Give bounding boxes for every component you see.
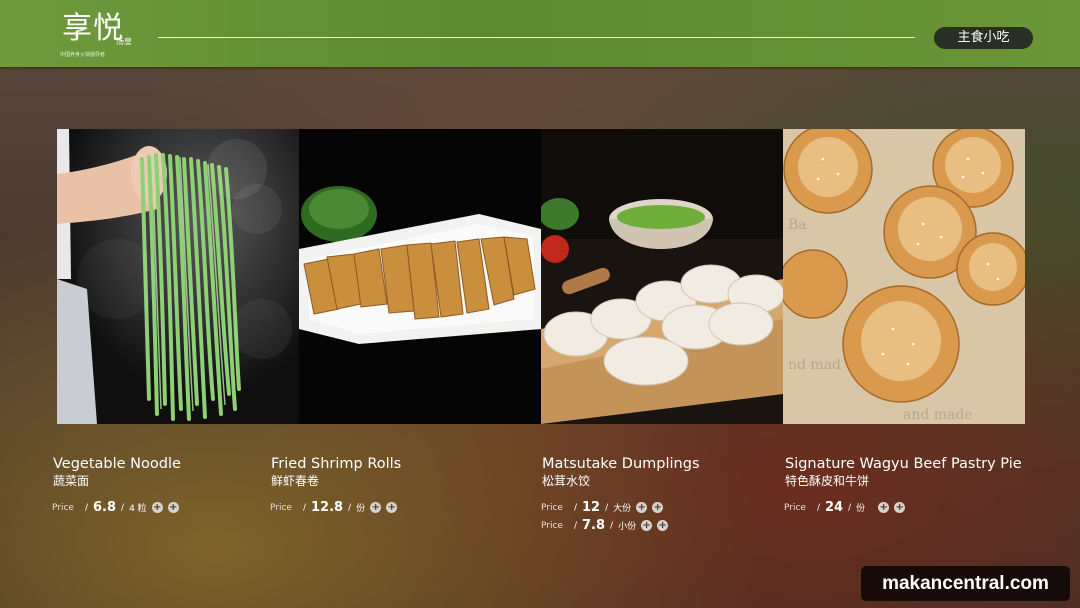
watermark: makancentral.com: [861, 566, 1070, 601]
plus-icon[interactable]: +: [652, 502, 664, 513]
food-photo-strip: Ba nd mad and made: [57, 129, 1025, 424]
plus-icon[interactable]: +: [151, 502, 163, 513]
brand-logo: 享悦 汤皇 中国养身火锅倡导者: [60, 12, 140, 60]
photo-vegetable-noodle[interactable]: [57, 129, 299, 424]
price-row: Price / 24 / 份 + +: [784, 500, 906, 515]
price-value: 7.8: [582, 518, 606, 533]
plus-icon[interactable]: +: [657, 520, 669, 531]
photo-matsutake-dumplings[interactable]: [541, 129, 783, 424]
item-name-cn: 松茸水饺: [542, 474, 591, 488]
price-separator: /: [348, 502, 352, 513]
menu-item-fried-shrimp-rolls[interactable]: Fried Shrimp Rolls 鲜虾春卷: [271, 455, 401, 489]
price-label: Price: [52, 502, 74, 513]
item-name: Matsutake Dumplings: [542, 456, 700, 472]
price-separator: /: [573, 502, 578, 513]
price-separator: /: [610, 520, 614, 531]
item-name-cn: 蔬菜面: [53, 474, 90, 488]
price-value: 6.8: [93, 500, 117, 515]
photo-wagyu-pastry-pie[interactable]: Ba nd mad and made: [783, 129, 1025, 424]
plus-icon[interactable]: +: [878, 502, 890, 513]
price-unit: 4 粒: [129, 504, 147, 514]
price-unit: 份: [356, 504, 366, 514]
price-label: Price: [270, 502, 292, 513]
logo-small-text: 汤皇: [116, 37, 132, 46]
price-row: Price / 6.8 / 4 粒 + +: [52, 500, 179, 515]
price-label: Price: [541, 502, 563, 513]
price-value: 12: [582, 500, 601, 515]
price-label: Price: [784, 502, 806, 513]
price-unit: 小份: [618, 522, 637, 532]
item-name: Vegetable Noodle: [53, 456, 181, 472]
item-name: Signature Wagyu Beef Pastry Pie: [785, 456, 1022, 472]
plus-icon[interactable]: +: [370, 502, 382, 513]
logo-tagline: 中国养身火锅倡导者: [60, 52, 106, 58]
price-row: Price / 12.8 / 份 + +: [270, 500, 398, 515]
price-separator: /: [816, 502, 821, 513]
plus-icon[interactable]: +: [894, 502, 906, 513]
price-unit: 大份: [613, 504, 632, 514]
category-pill[interactable]: 主食小吃: [934, 27, 1033, 49]
price-label: Price: [541, 520, 563, 531]
svg-text:and made: and made: [903, 407, 973, 423]
price-separator: /: [848, 502, 852, 513]
price-row: Price / 7.8 / 小份 + +: [541, 518, 669, 533]
menu-item-matsutake-dumplings[interactable]: Matsutake Dumplings 松茸水饺: [542, 455, 700, 489]
price-separator: /: [84, 502, 89, 513]
price-value: 24: [825, 500, 844, 515]
item-name-cn: 鲜虾春卷: [271, 474, 320, 488]
plus-icon[interactable]: +: [641, 520, 653, 531]
menu-item-vegetable-noodle[interactable]: Vegetable Noodle 蔬菜面: [53, 455, 181, 489]
plus-icon[interactable]: +: [386, 502, 398, 513]
price-value: 12.8: [311, 500, 344, 515]
price-unit: 份: [856, 504, 866, 514]
logo-main-text: 享悦: [62, 11, 124, 46]
price-row: Price / 12 / 大份 + +: [541, 500, 664, 515]
menu-item-wagyu-pastry-pie[interactable]: Signature Wagyu Beef Pastry Pie 特色酥皮和牛饼: [785, 455, 1022, 489]
header-divider: [158, 37, 915, 38]
photo-fried-shrimp-rolls[interactable]: [299, 129, 541, 424]
svg-text:nd mad: nd mad: [788, 357, 841, 373]
price-separator: /: [573, 520, 578, 531]
svg-text:Ba: Ba: [788, 217, 807, 233]
plus-icon[interactable]: +: [167, 502, 179, 513]
price-separator: /: [605, 502, 609, 513]
plus-icon[interactable]: +: [636, 502, 648, 513]
price-separator: /: [121, 502, 125, 513]
item-name-cn: 特色酥皮和牛饼: [785, 474, 870, 488]
price-separator: /: [302, 502, 307, 513]
item-name: Fried Shrimp Rolls: [271, 456, 402, 472]
header-bar: 享悦 汤皇 中国养身火锅倡导者 主食小吃: [0, 0, 1080, 67]
